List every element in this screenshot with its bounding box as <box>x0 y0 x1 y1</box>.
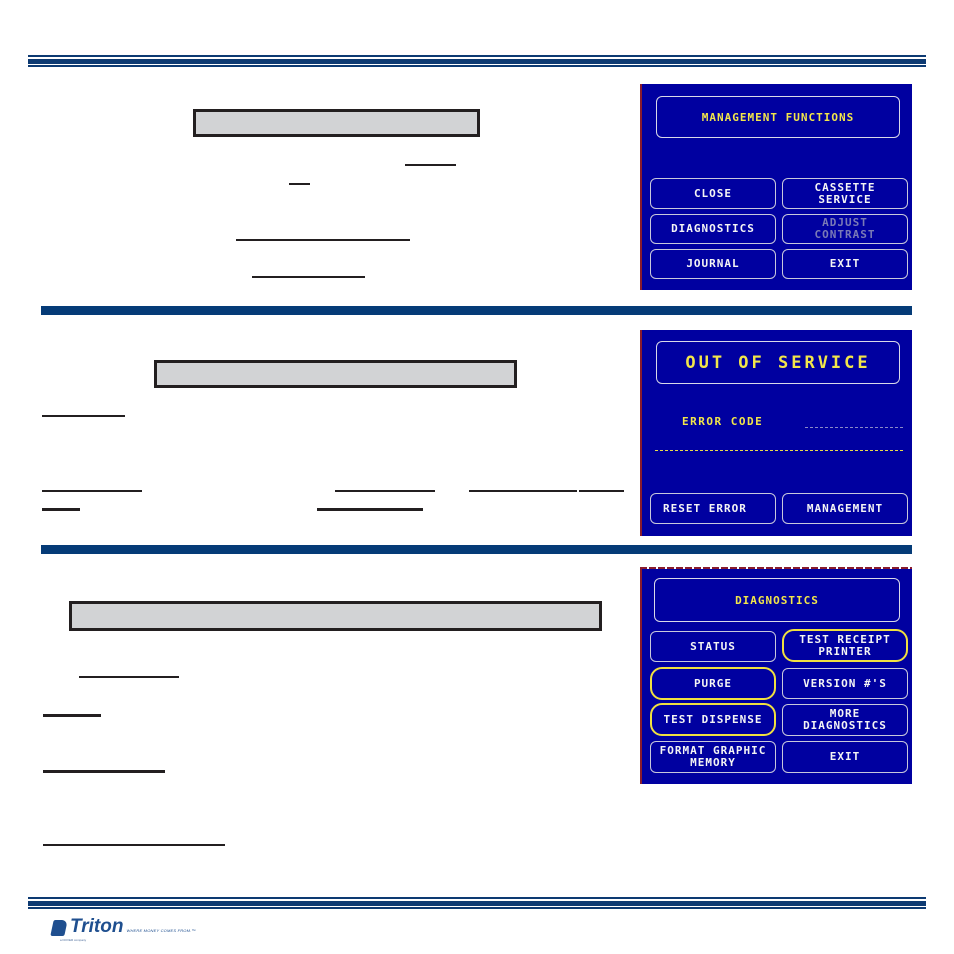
section2-underline-5 <box>579 490 624 492</box>
diagnostics-exit-button[interactable]: EXIT <box>782 741 908 773</box>
section2-underline-4 <box>469 490 577 492</box>
out-of-service-title: OUT OF SERVICE <box>656 341 900 384</box>
section3-underline-4 <box>43 844 225 846</box>
section2-underline-2 <box>42 490 142 492</box>
diagnostics-screen-title: DIAGNOSTICS <box>654 578 900 622</box>
section-divider-2 <box>41 545 912 554</box>
diagnostics-screen: DIAGNOSTICS STATUS TEST RECEIPT PRINTER … <box>640 569 912 784</box>
header-rule-top <box>28 55 926 57</box>
triton-logo: Triton WHERE MONEY COMES FROM.™ <box>50 916 196 937</box>
test-dispense-button[interactable]: TEST DISPENSE <box>650 703 776 736</box>
error-code-label: ERROR CODE <box>682 415 764 428</box>
format-graphic-memory-button[interactable]: FORMAT GRAPHIC MEMORY <box>650 741 776 773</box>
purge-button[interactable]: PURGE <box>650 667 776 700</box>
section2-underline-7 <box>317 508 423 511</box>
section3-underline-1 <box>79 676 179 678</box>
section-divider-1 <box>41 306 912 315</box>
section1-heading-box <box>193 109 480 137</box>
footer-rule-top <box>28 897 926 899</box>
out-of-service-screen: OUT OF SERVICE ERROR CODE RESET ERROR MA… <box>640 330 912 536</box>
version-numbers-button[interactable]: VERSION #'S <box>782 668 908 699</box>
section3-underline-2 <box>43 714 101 717</box>
section3-heading-box <box>69 601 602 631</box>
management-screen-title: MANAGEMENT FUNCTIONS <box>656 96 900 138</box>
header-rule-main <box>28 59 926 64</box>
cassette-service-button[interactable]: CASSETTE SERVICE <box>782 178 908 209</box>
logo-tagline: WHERE MONEY COMES FROM.™ <box>126 928 196 933</box>
section1-underline-2 <box>289 183 310 185</box>
footer-rule-bottom <box>28 907 926 909</box>
status-button[interactable]: STATUS <box>650 631 776 662</box>
adjust-contrast-button: ADJUST CONTRAST <box>782 214 908 244</box>
exit-button[interactable]: EXIT <box>782 249 908 279</box>
diagnostics-button[interactable]: DIAGNOSTICS <box>650 214 776 244</box>
triton-logo-icon <box>50 920 68 936</box>
section3-underline-3 <box>43 770 165 773</box>
management-button[interactable]: MANAGEMENT <box>782 493 908 524</box>
header-rule-bottom <box>28 65 926 67</box>
section2-heading-box <box>154 360 517 388</box>
error-code-value-placeholder <box>805 427 903 428</box>
logo-sub-tagline: a DOVER company <box>60 938 87 942</box>
section2-underline-6 <box>42 508 80 511</box>
footer-rule-main <box>28 901 926 906</box>
logo-wordmark: Triton <box>70 916 124 937</box>
error-description-placeholder <box>655 450 903 451</box>
close-button[interactable]: CLOSE <box>650 178 776 209</box>
section2-underline-3 <box>335 490 435 492</box>
reset-error-button[interactable]: RESET ERROR <box>650 493 776 524</box>
section1-underline-1 <box>405 164 456 166</box>
management-functions-screen: MANAGEMENT FUNCTIONS CLOSE CASSETTE SERV… <box>640 84 912 290</box>
more-diagnostics-button[interactable]: MORE DIAGNOSTICS <box>782 704 908 736</box>
section1-underline-4 <box>252 276 365 278</box>
test-receipt-printer-button[interactable]: TEST RECEIPT PRINTER <box>782 629 908 662</box>
section1-underline-3 <box>236 239 410 241</box>
journal-button[interactable]: JOURNAL <box>650 249 776 279</box>
section2-underline-1 <box>42 415 125 417</box>
